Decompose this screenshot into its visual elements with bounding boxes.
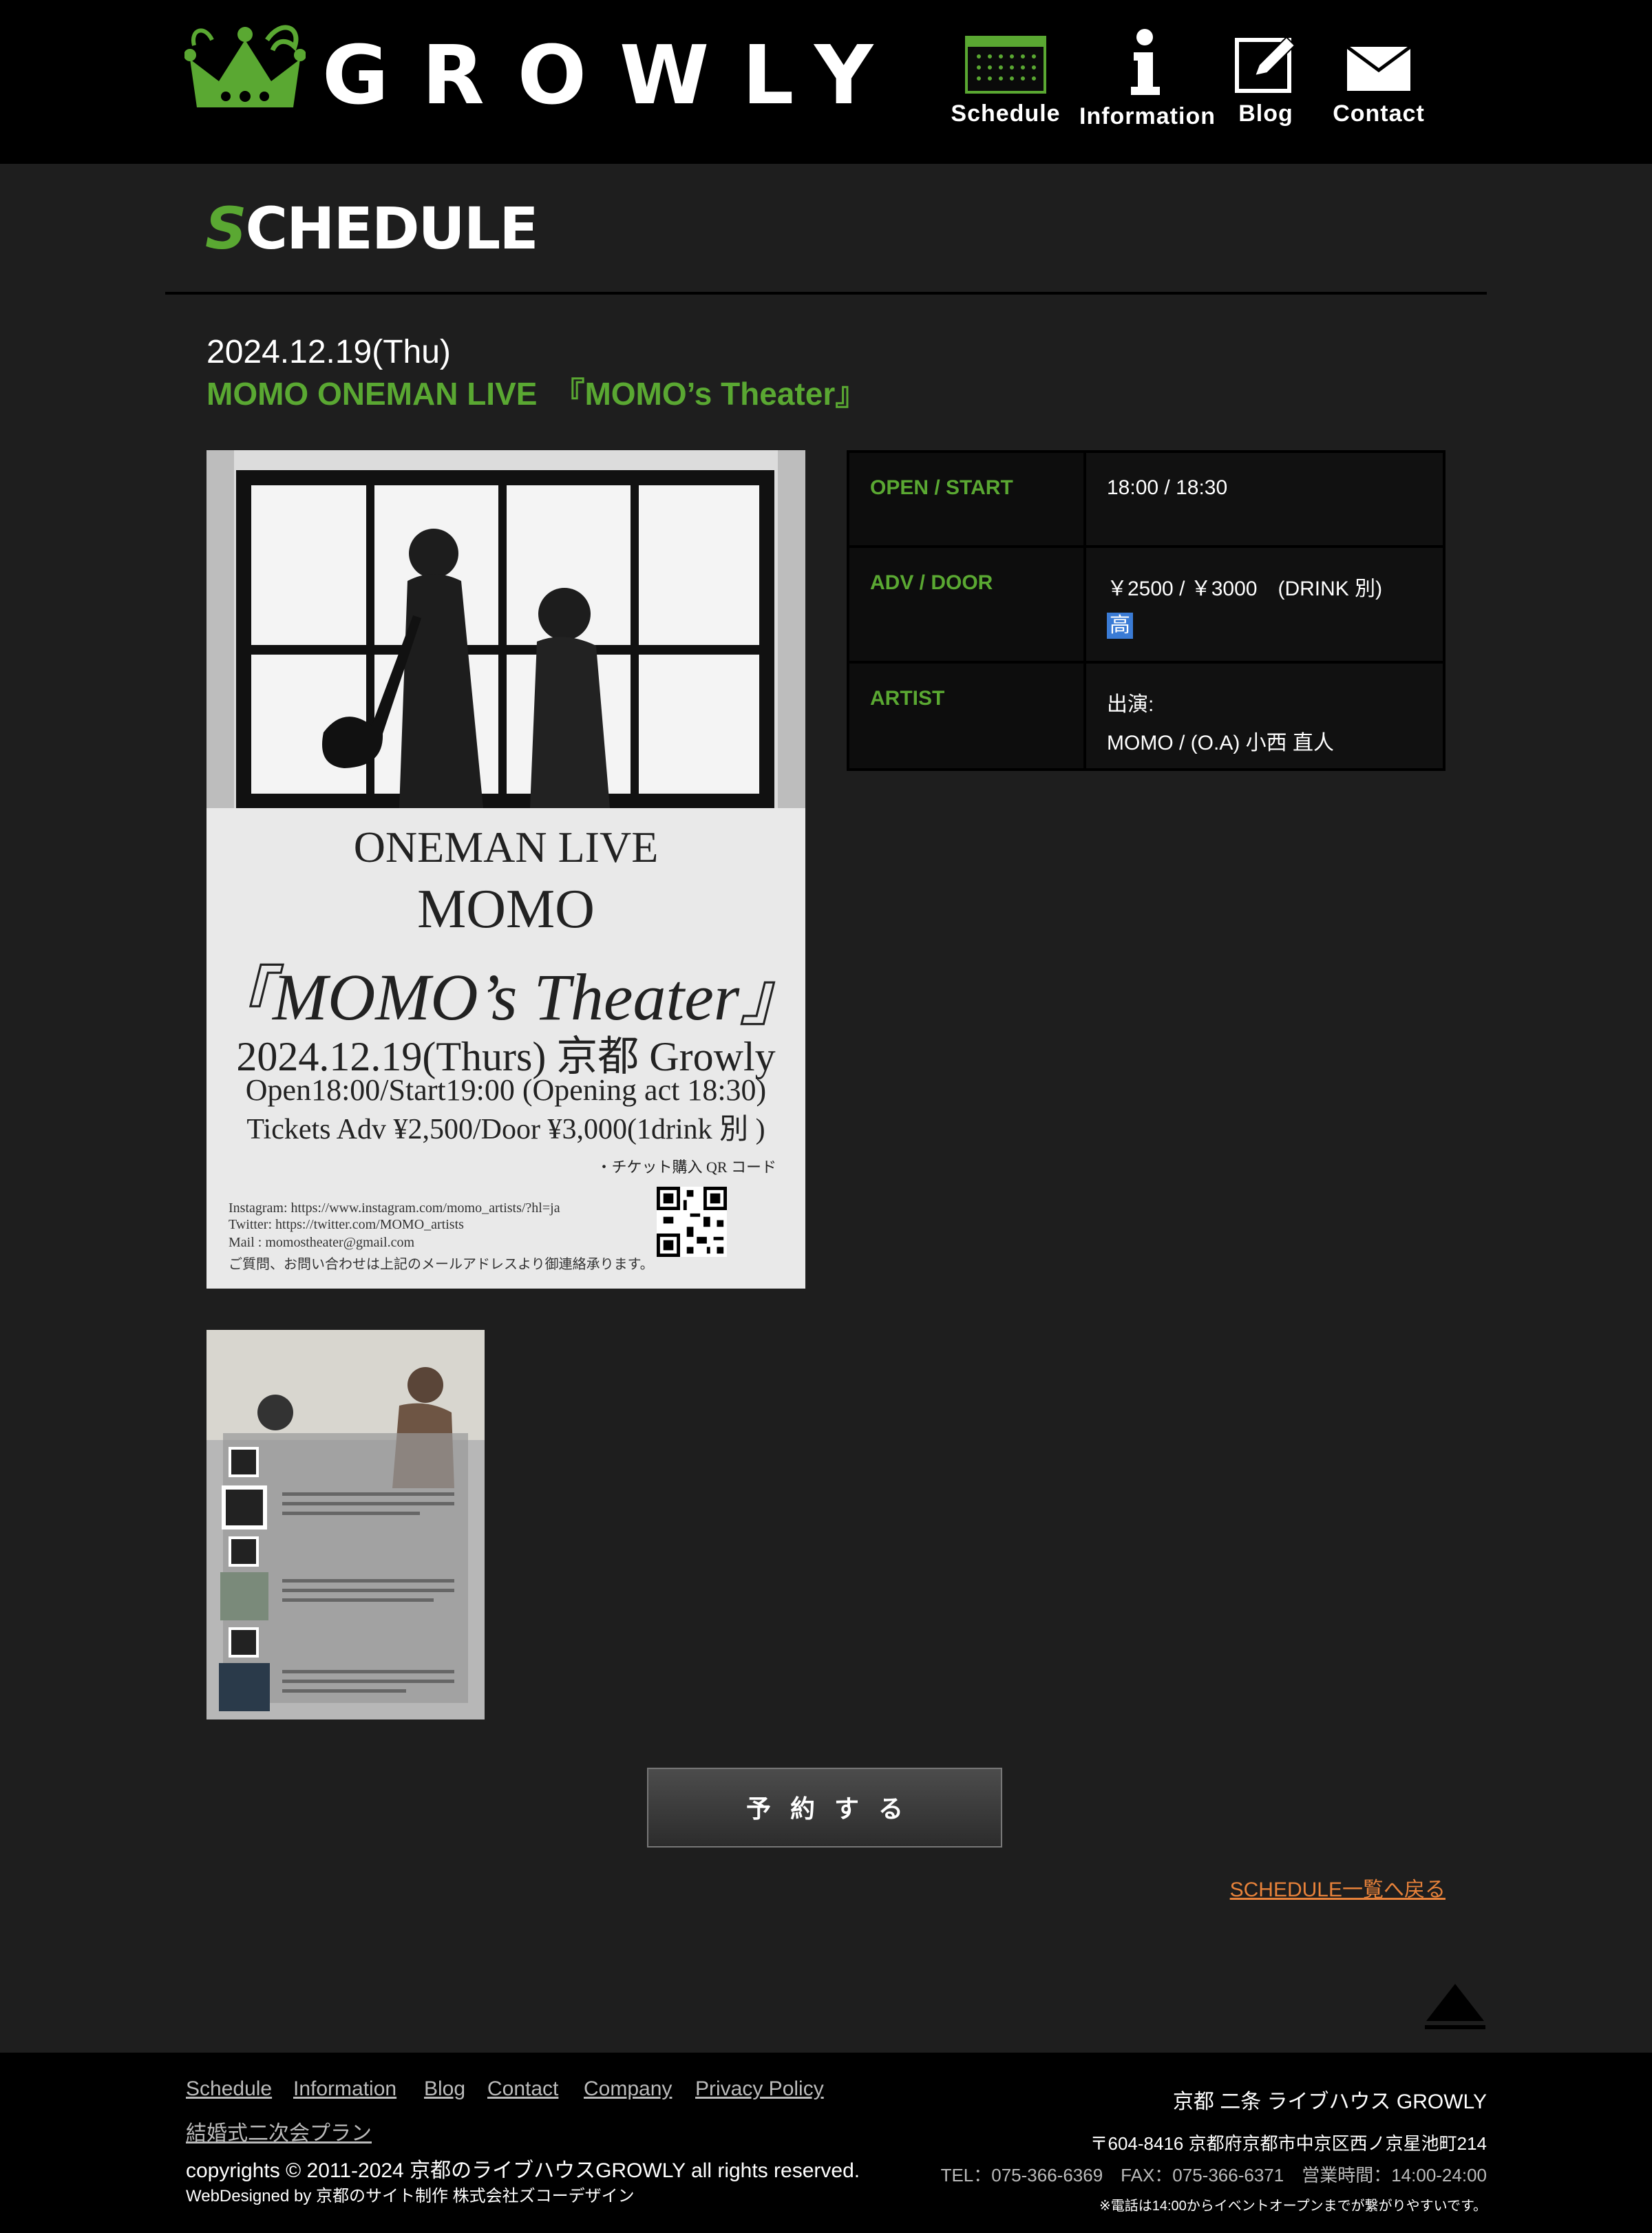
- page-title-rest: CHEDULE: [245, 195, 539, 262]
- footer-phone-note: ※電話は14:00からイベントオープンまでが繋がりやすいです。: [1099, 2199, 1487, 2214]
- open-start-value: 18:00 / 18:30: [1083, 450, 1446, 548]
- flyer-text-mail: Mail : momostheater@gmail.com: [229, 1235, 415, 1250]
- nav-blog[interactable]: Blog: [1200, 33, 1331, 127]
- thumbnail-image: [206, 1330, 485, 1719]
- footer-link-wedding-plan[interactable]: 結婚式二次会プラン: [186, 2116, 372, 2146]
- flyer-text-tickets: Tickets Adv ¥2,500/Door ¥3,000(1drink 別 …: [246, 1114, 765, 1145]
- webdesigned-credit: WebDesigned by 京都のサイト制作 株式会社ズコーデザイン: [186, 2187, 635, 2205]
- info-icon: [1131, 29, 1160, 95]
- price-value: ￥2500 / ￥3000 (DRINK 別): [1107, 578, 1383, 600]
- event-flyer-thumbnail[interactable]: [206, 1330, 485, 1719]
- details-row-artist: ARTIST 出演: MOMO / (O.A) 小西 直人: [847, 661, 1446, 771]
- footer-link-company[interactable]: Company: [584, 2077, 672, 2101]
- footer-link-blog[interactable]: Blog: [424, 2077, 465, 2101]
- footer-link-contact[interactable]: Contact: [487, 2077, 558, 2101]
- nav-schedule[interactable]: Schedule: [940, 33, 1071, 127]
- nav-schedule-label: Schedule: [951, 100, 1061, 127]
- reserve-button[interactable]: 予約する: [647, 1768, 1002, 1848]
- site-header: GROWLY Schedule Information Blog Contact: [0, 0, 1652, 164]
- flyer-text-artist: MOMO: [417, 879, 595, 940]
- flyer-photo: [206, 450, 805, 808]
- footer-venue-name: 京都 二条 ライブハウス GROWLY: [1172, 2091, 1487, 2113]
- nav-information-label: Information: [1079, 103, 1216, 129]
- event-details-table: OPEN / START 18:00 / 18:30 ADV / DOOR ￥2…: [847, 450, 1446, 771]
- price-cell: ￥2500 / ￥3000 (DRINK 別) 高: [1083, 545, 1446, 664]
- nav-information[interactable]: Information: [1079, 29, 1216, 130]
- footer-link-schedule[interactable]: Schedule: [186, 2077, 272, 2101]
- pencil-icon: [1235, 36, 1296, 93]
- flyer-text-inquiry: ご質問、お問い合わせは上記のメールアドレスより御連絡承ります。: [229, 1257, 654, 1272]
- flyer-text-instagram: Instagram: https://www.instagram.com/mom…: [229, 1200, 560, 1216]
- artist-label: ARTIST: [847, 661, 1086, 771]
- calendar-icon: [965, 36, 1046, 94]
- nav-contact[interactable]: Contact: [1313, 33, 1444, 127]
- nav-contact-label: Contact: [1333, 100, 1425, 127]
- flyer-text-oneman: ONEMAN LIVE: [353, 823, 659, 871]
- flyer-text-twitter: Twitter: https://twitter.com/MOMO_artist…: [229, 1217, 464, 1232]
- footer-address: 〒604-8416 京都府京都市中京区西ノ京星池町214: [1090, 2133, 1487, 2154]
- qr-code-icon: [657, 1187, 727, 1257]
- page-title: SCHEDULE: [205, 200, 539, 257]
- site-footer: Schedule Information Blog Contact Compan…: [0, 2053, 1652, 2233]
- artist-line-1: 出演:: [1107, 693, 1154, 716]
- page-title-initial: S: [205, 195, 246, 262]
- artist-line-2: MOMO / (O.A) 小西 直人: [1107, 732, 1334, 754]
- footer-contact-info: TEL：075-366-6369 FAX：075-366-6371 営業時間：1…: [940, 2165, 1487, 2186]
- flyer-text-qr-label: ・チケット購入 QR コード: [596, 1158, 776, 1176]
- details-row-open-start: OPEN / START 18:00 / 18:30: [847, 450, 1446, 548]
- back-to-schedule-link[interactable]: SCHEDULE一覧へ戻る: [1230, 1872, 1446, 1903]
- event-title: MOMO ONEMAN LIVE 『MOMO’s Theater』: [206, 376, 867, 412]
- heading-divider: [165, 292, 1487, 295]
- page-top-arrow-icon[interactable]: [1422, 1981, 1488, 2032]
- event-date: 2024.12.19(Thu): [206, 334, 451, 370]
- crown-logo-icon[interactable]: [184, 19, 306, 116]
- flyer-text-times: Open18:00/Start19:00 (Opening act 18:30): [245, 1073, 767, 1107]
- footer-link-privacy-policy[interactable]: Privacy Policy: [695, 2077, 824, 2101]
- artist-cell: 出演: MOMO / (O.A) 小西 直人: [1083, 661, 1446, 771]
- open-start-label: OPEN / START: [847, 450, 1086, 548]
- copyright-text: copyrights © 2011-2024 京都のライブハウスGROWLY a…: [186, 2159, 860, 2182]
- nav-blog-label: Blog: [1238, 100, 1293, 127]
- price-label: ADV / DOOR: [847, 545, 1086, 664]
- site-logo-text[interactable]: GROWLY: [322, 34, 906, 116]
- student-badge: 高: [1107, 613, 1133, 639]
- event-flyer-image[interactable]: ONEMAN LIVE MOMO 『MOMO’s Theater』 2024.1…: [206, 450, 805, 1289]
- details-row-price: ADV / DOOR ￥2500 / ￥3000 (DRINK 別) 高: [847, 545, 1446, 664]
- footer-link-information[interactable]: Information: [293, 2077, 396, 2101]
- envelope-icon: [1346, 45, 1412, 91]
